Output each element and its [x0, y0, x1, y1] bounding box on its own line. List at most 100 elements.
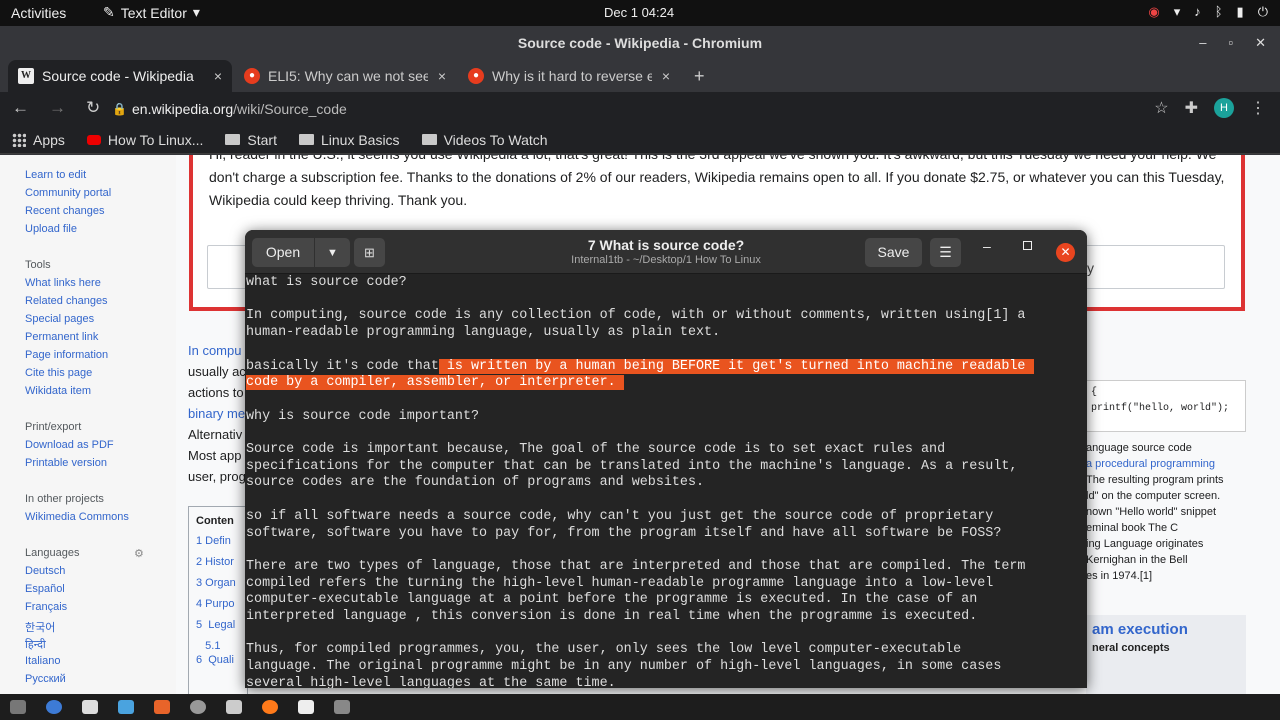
toc-item[interactable]: 3 Organ: [196, 577, 247, 598]
record-icon[interactable]: ◉: [1148, 4, 1159, 20]
bookmark-label: How To Linux...: [107, 131, 204, 148]
text-editor-window: Open ▼ ⊞ 7 What is source code? Internal1…: [245, 230, 1087, 688]
url-path: /wiki/Source_code: [233, 101, 347, 117]
toc-item[interactable]: 5.1: [196, 640, 247, 654]
editor-text-area[interactable]: what is source code? In computing, sourc…: [245, 275, 1087, 688]
bookmark-apps[interactable]: Apps: [12, 132, 65, 148]
bookmark-linux-basics[interactable]: Linux Basics: [298, 132, 400, 148]
line-text: basically it's code that: [246, 358, 439, 374]
reddit-icon: ●: [468, 68, 484, 84]
bookmark-label: Videos To Watch: [443, 131, 548, 148]
chromium-icon[interactable]: [46, 700, 62, 714]
forward-icon[interactable]: →: [49, 98, 66, 118]
sidebar-link[interactable]: Recent changes: [25, 205, 176, 223]
profile-avatar[interactable]: H: [1214, 98, 1234, 118]
close-tab-icon[interactable]: ×: [662, 68, 670, 84]
address-bar[interactable]: 🔒 en.wikipedia.org/wiki/Source_code: [104, 96, 1184, 123]
files-icon[interactable]: [82, 700, 98, 714]
tab-eli5[interactable]: ● ELI5: Why can we not see ×: [234, 60, 456, 92]
maximize-button[interactable]: ▫: [1228, 26, 1233, 60]
folder-icon: [298, 134, 314, 145]
reload-icon[interactable]: ↻: [86, 98, 100, 118]
toc-item[interactable]: 5 Legal: [196, 619, 247, 640]
close-window-button[interactable]: ✕: [1255, 26, 1266, 60]
activities-button[interactable]: Activities: [11, 5, 66, 21]
sidebar-link[interactable]: Wikidata item: [25, 385, 176, 403]
toc-item[interactable]: 4 Purpo: [196, 598, 247, 619]
tab-source-code[interactable]: W Source code - Wikipedia ×: [8, 60, 232, 92]
editor-line: software, software you have to pay for, …: [246, 525, 1002, 541]
sidebar-link[interactable]: What links here: [25, 277, 176, 295]
close-tab-icon[interactable]: ×: [438, 68, 446, 84]
software-icon[interactable]: [154, 700, 170, 714]
sidebar-link[interactable]: Permanent link: [25, 331, 176, 349]
firefox-icon[interactable]: [262, 700, 278, 714]
new-tab-button[interactable]: +: [684, 60, 718, 92]
editor-line: source codes are the foundation of progr…: [246, 475, 705, 491]
close-tab-icon[interactable]: ×: [214, 68, 222, 84]
language-link[interactable]: 한국어: [25, 619, 176, 637]
sidebar-link[interactable]: Upload file: [25, 223, 176, 241]
caption-line: a procedural programming: [1086, 458, 1216, 470]
code-snippet-image[interactable]: {printf("hello, world");: [1086, 380, 1246, 432]
editor-line: code by a compiler, assembler, or interp…: [246, 375, 1087, 392]
lock-icon[interactable]: 🔒: [112, 96, 127, 123]
article-line: binary me: [188, 406, 246, 421]
misc-icon[interactable]: [334, 700, 350, 714]
kebab-menu-icon[interactable]: ⋮: [1250, 98, 1266, 118]
maximize-button[interactable]: [1023, 241, 1032, 250]
gear-icon[interactable]: ⚙: [134, 547, 144, 560]
folder-icon: [421, 134, 437, 145]
close-button[interactable]: ✕: [1056, 243, 1075, 262]
app-menu[interactable]: ✎ Text Editor ▾: [103, 4, 200, 21]
toc-item[interactable]: 6 Quali: [196, 654, 247, 675]
settings-icon[interactable]: [190, 700, 206, 714]
reddit-icon: ●: [244, 68, 260, 84]
toc-item[interactable]: 1 Defin: [196, 535, 247, 556]
editor-line: several high-level languages at the same…: [246, 675, 616, 688]
minimize-button[interactable]: –: [1199, 26, 1206, 60]
language-link[interactable]: हिन्दी: [25, 637, 176, 655]
language-link[interactable]: Español: [25, 583, 176, 601]
clock[interactable]: Dec 1 04:24: [604, 5, 674, 20]
language-link[interactable]: Deutsch: [25, 565, 176, 583]
window-titlebar: Source code - Wikipedia - Chromium – ▫ ✕: [0, 26, 1280, 60]
app-icon[interactable]: [118, 700, 134, 714]
language-link[interactable]: Italiano: [25, 655, 176, 673]
terminal-icon[interactable]: [10, 700, 26, 714]
url-host: en.wikipedia.org: [132, 101, 234, 117]
star-icon[interactable]: ☆: [1154, 98, 1168, 118]
extensions-icon[interactable]: ✚: [1185, 98, 1198, 118]
sidebar-link[interactable]: Wikimedia Commons: [25, 511, 176, 529]
navbox-title[interactable]: am execution: [1092, 621, 1240, 638]
language-link[interactable]: Русский: [25, 673, 176, 691]
bookmark-start[interactable]: Start: [225, 132, 277, 148]
bookmark-videos[interactable]: Videos To Watch: [421, 131, 548, 148]
document-icon[interactable]: [226, 700, 242, 714]
infobox-image: {printf("hello, world"); anguage source …: [1086, 380, 1246, 584]
system-top-bar: Activities ✎ Text Editor ▾ Dec 1 04:24 ◉ ▾ ♪…: [0, 0, 1280, 26]
save-button[interactable]: Save: [865, 238, 922, 267]
back-icon[interactable]: ←: [12, 98, 29, 118]
sidebar-link[interactable]: Special pages: [25, 313, 176, 331]
sidebar-link[interactable]: Page information: [25, 349, 176, 367]
toc-item[interactable]: 2 Histor: [196, 556, 247, 577]
sidebar-link[interactable]: Learn to edit: [25, 169, 176, 187]
navbox-program-execution: am execution neral concepts: [1086, 615, 1246, 695]
sidebar-link[interactable]: Community portal: [25, 187, 176, 205]
bookmark-how-to-linux[interactable]: How To Linux...: [86, 131, 204, 148]
sidebar-link[interactable]: Printable version: [25, 457, 176, 475]
text-editor-icon[interactable]: [298, 700, 314, 714]
hamburger-menu-icon[interactable]: ☰: [930, 238, 961, 267]
sidebar-link[interactable]: Download as PDF: [25, 439, 176, 457]
caption-line: eminal book The C: [1086, 522, 1179, 534]
sidebar-link[interactable]: Cite this page: [25, 367, 176, 385]
minimize-button[interactable]: –: [983, 238, 991, 254]
tab-reverse[interactable]: ● Why is it hard to reverse e ×: [458, 60, 680, 92]
language-link[interactable]: Français: [25, 601, 176, 619]
sidebar-link[interactable]: Related changes: [25, 295, 176, 313]
system-tray[interactable]: ◉ ▾ ♪ ᛒ ▮ ⏻: [1148, 4, 1268, 20]
banner-text: Hi, reader in the U.S., it seems you use…: [209, 155, 1225, 208]
